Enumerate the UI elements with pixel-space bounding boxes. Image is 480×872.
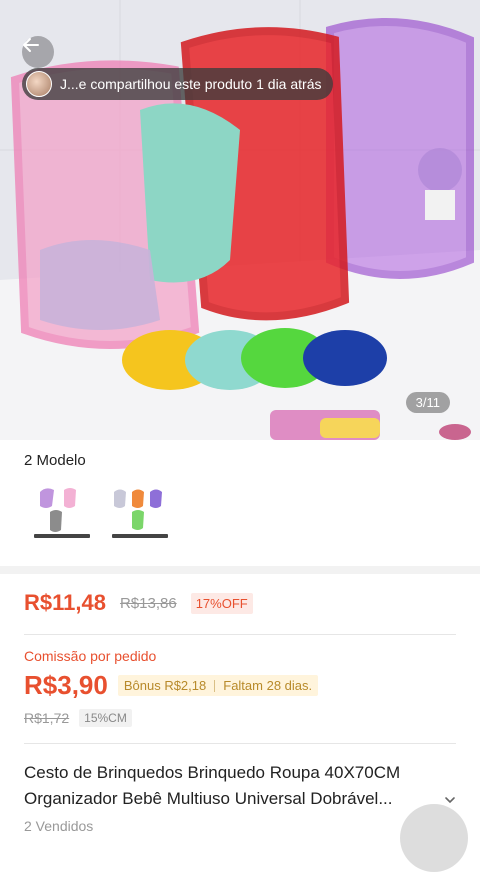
product-photo [0, 0, 480, 440]
variant-2-image [114, 489, 162, 530]
variant-2-thumbnail[interactable] [110, 482, 170, 548]
price-row: R$11,48 R$13,86 17%OFF [24, 590, 253, 616]
original-price: R$13,86 [119, 594, 177, 612]
share-notification[interactable]: J...e compartilhou este produto 1 dia at… [22, 68, 334, 100]
variant-1-caption [34, 534, 90, 538]
image-counter: 3/11 [405, 392, 450, 413]
floating-action-button[interactable] [400, 804, 468, 872]
product-title-line-1: Cesto de Brinquedos Brinquedo Roupa 40X7… [24, 763, 401, 782]
product-title-line-2: Organizador Bebê Multiuso Universal Dobr… [24, 789, 393, 808]
bonus-separator [214, 679, 216, 692]
product-image-carousel[interactable]: J...e compartilhou este produto 1 dia at… [0, 0, 480, 440]
model-title: 2 Modelo [24, 452, 86, 469]
divider [24, 634, 456, 635]
back-button[interactable] [22, 36, 54, 68]
sold-count: 2 Vendidos [24, 818, 94, 834]
old-commission: R$1,72 [24, 710, 70, 726]
bonus-amount: Bônus R$2,18 [123, 678, 207, 693]
variant-2-caption [112, 534, 168, 538]
current-price: R$11,48 [24, 590, 106, 615]
commission-rate-badge: 15%CM [79, 709, 132, 727]
section-divider [0, 566, 480, 574]
commission-old-row: R$1,72 15%CM [24, 709, 132, 727]
commission-value: R$3,90 [24, 670, 108, 700]
discount-badge: 17%OFF [190, 592, 253, 614]
variant-1-image [40, 488, 76, 532]
bonus-remaining: Faltam 28 dias. [223, 678, 313, 693]
divider [24, 743, 456, 744]
product-title[interactable]: Cesto de Brinquedos Brinquedo Roupa 40X7… [24, 760, 434, 812]
arrow-left-icon [23, 38, 39, 52]
model-section: 2 Modelo [0, 440, 480, 568]
share-text: J...e compartilhou este produto 1 dia at… [60, 76, 322, 92]
commission-label: Comissão por pedido [24, 648, 157, 664]
variant-1-thumbnail[interactable] [32, 482, 92, 548]
commission-row: R$3,90 Bônus R$2,18 Faltam 28 dias. [24, 670, 319, 701]
bonus-badge: Bônus R$2,18 Faltam 28 dias. [117, 675, 319, 696]
avatar [26, 71, 52, 97]
